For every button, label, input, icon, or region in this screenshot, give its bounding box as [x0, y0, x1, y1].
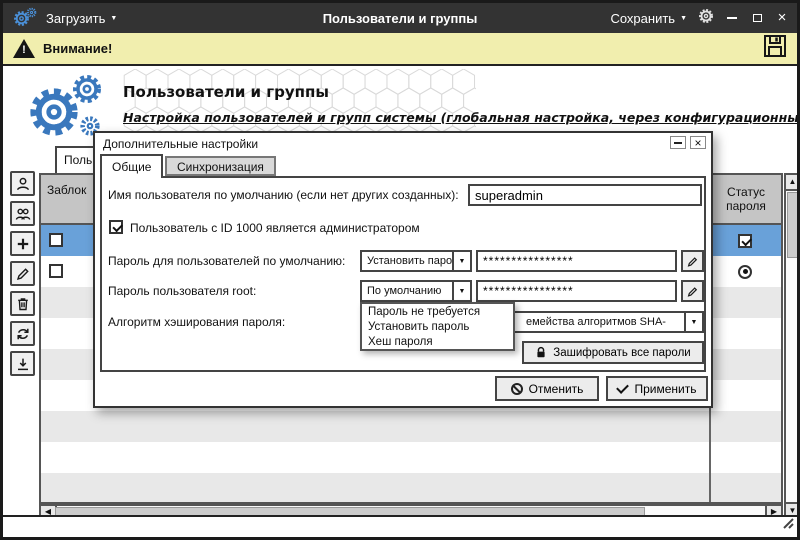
admin-checkbox-label: Пользователь с ID 1000 является админист…	[130, 221, 420, 235]
row-status-radio[interactable]	[738, 265, 752, 279]
default-password-mode-select[interactable]: Установить пароль ▼	[360, 250, 472, 272]
minimize-icon	[674, 142, 682, 144]
tab-sync-label: Синхронизация	[177, 160, 264, 174]
page-subtitle: Настройка пользователей и групп системы …	[123, 110, 800, 125]
tab-sync[interactable]: Синхронизация	[165, 156, 276, 176]
add-button[interactable]	[10, 231, 35, 256]
delete-button[interactable]	[10, 291, 35, 316]
maximize-icon	[753, 14, 762, 22]
maximize-button[interactable]	[750, 10, 764, 26]
tab-general[interactable]: Общие	[100, 154, 163, 178]
dialog-minimize-button[interactable]	[670, 136, 686, 149]
save-file-button[interactable]	[763, 34, 787, 63]
user-button[interactable]	[10, 171, 35, 196]
cancel-button-label: Отменить	[529, 382, 584, 396]
row-blocked-checkbox[interactable]	[49, 233, 63, 247]
warning-bar: ! Внимание!	[3, 33, 797, 66]
root-password-mode-value: По умолчанию	[362, 282, 452, 300]
trash-icon	[15, 296, 31, 312]
user-icon	[15, 176, 31, 192]
minimize-icon	[727, 17, 737, 19]
caret-down-icon: ▼	[680, 15, 687, 22]
save-menu-button[interactable]: Сохранить ▼	[610, 11, 687, 26]
default-password-mode-value: Установить пароль	[362, 252, 452, 270]
tab-general-label: Общие	[112, 160, 151, 174]
root-password-label: Пароль пользователя root:	[108, 284, 256, 298]
titlebar: Загрузить ▼ Пользователи и группы Сохран…	[3, 3, 797, 33]
username-input[interactable]	[468, 184, 702, 206]
default-password-label: Пароль для пользователей по умолчанию:	[108, 254, 345, 268]
window-title: Пользователи и группы	[323, 11, 478, 26]
dropdown-option-no-password[interactable]: Пароль не требуется	[362, 304, 513, 319]
admin-checkbox[interactable]	[109, 220, 123, 234]
table-row[interactable]	[41, 473, 781, 504]
load-menu-label: Загрузить	[46, 11, 105, 26]
users-icon	[15, 206, 31, 222]
diskette-icon	[763, 34, 787, 58]
tab-users-label: Поль	[64, 153, 92, 167]
vertical-scrollbar-thumb[interactable]	[787, 192, 798, 258]
default-password-input[interactable]	[476, 250, 677, 272]
username-label: Имя пользователя по умолчанию (если нет …	[108, 188, 459, 202]
vertical-scrollbar[interactable]: ▲ ▼	[784, 173, 800, 520]
load-menu-button[interactable]: Загрузить ▼	[46, 11, 117, 26]
save-menu-label: Сохранить	[610, 11, 675, 26]
column-header-blocked: Заблок	[47, 183, 86, 197]
caret-down-icon: ▼	[452, 252, 470, 270]
download-button[interactable]	[10, 351, 35, 376]
hash-algorithm-label: Алгоритм хэширования пароля:	[108, 315, 285, 329]
table-row[interactable]	[41, 442, 781, 473]
download-icon	[15, 356, 31, 372]
pencil-icon	[686, 255, 699, 268]
warning-icon: !	[13, 39, 35, 58]
default-password-edit-button[interactable]	[681, 250, 704, 272]
lock-icon	[535, 346, 547, 359]
pencil-icon	[15, 266, 31, 282]
caret-down-icon: ▼	[110, 15, 117, 22]
settings-gear-button[interactable]	[698, 8, 714, 29]
resize-grip[interactable]	[781, 516, 795, 535]
refresh-button[interactable]	[10, 321, 35, 346]
cancel-icon	[511, 383, 523, 395]
warning-text: Внимание!	[43, 41, 112, 56]
row-blocked-checkbox[interactable]	[49, 264, 63, 278]
pencil-icon	[686, 285, 699, 298]
cancel-button[interactable]: Отменить	[495, 376, 599, 401]
minimize-button[interactable]	[725, 10, 739, 26]
caret-down-icon: ▼	[452, 282, 470, 300]
page-title: Пользователи и группы	[123, 83, 329, 101]
refresh-icon	[15, 326, 31, 342]
dropdown-option-set-password[interactable]: Установить пароль	[362, 319, 513, 334]
scroll-up-arrow[interactable]: ▲	[786, 175, 799, 191]
check-icon	[617, 381, 630, 394]
app-window: Загрузить ▼ Пользователи и группы Сохран…	[0, 0, 800, 540]
encrypt-all-label: Зашифровать все пароли	[553, 347, 690, 359]
dropdown-option-password-hash[interactable]: Хеш пароля	[362, 334, 513, 349]
apply-button-label: Применить	[634, 382, 696, 396]
caret-down-icon: ▼	[684, 313, 702, 331]
column-header-status: Статус пароля	[711, 175, 781, 223]
password-mode-dropdown: Пароль не требуется Установить пароль Хе…	[360, 302, 515, 351]
edit-button[interactable]	[10, 261, 35, 286]
apply-button[interactable]: Применить	[606, 376, 708, 401]
status-bar	[3, 515, 797, 537]
table-row[interactable]	[41, 411, 781, 442]
root-password-input[interactable]	[476, 280, 677, 302]
dialog-close-button[interactable]: ×	[690, 136, 706, 149]
hexagon-pattern	[121, 69, 476, 139]
root-password-mode-select[interactable]: По умолчанию ▼	[360, 280, 472, 302]
settings-dialog: Дополнительные настройки × Общие Синхрон…	[93, 131, 713, 408]
dialog-title: Дополнительные настройки	[103, 137, 258, 151]
row-status-checkbox[interactable]	[738, 234, 752, 248]
users-group-button[interactable]	[10, 201, 35, 226]
app-gears-icon	[13, 7, 39, 29]
close-button[interactable]: ×	[775, 10, 789, 26]
encrypt-all-button[interactable]: Зашифровать все пароли	[522, 341, 704, 364]
root-password-edit-button[interactable]	[681, 280, 704, 302]
dialog-body: Имя пользователя по умолчанию (если нет …	[100, 176, 706, 372]
plus-icon	[15, 236, 31, 252]
